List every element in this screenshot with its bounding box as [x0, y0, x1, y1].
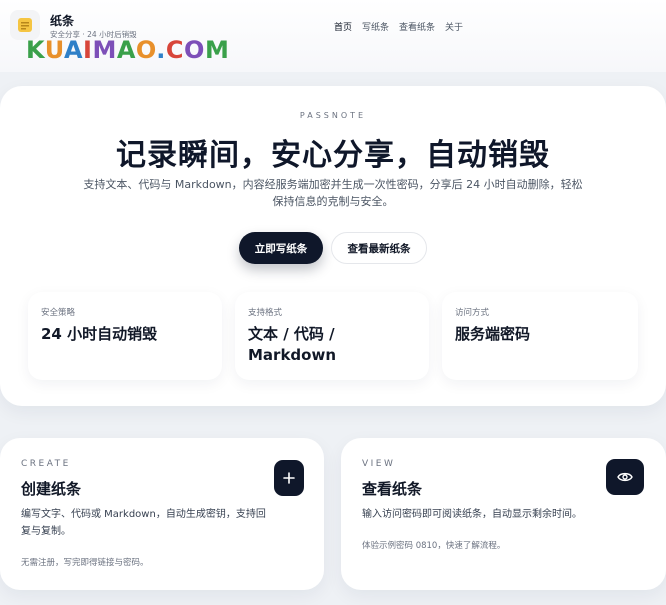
stat-formats: 支持格式 文本 / 代码 / Markdown [235, 292, 429, 380]
eye-icon[interactable] [606, 459, 644, 495]
create-card[interactable]: CREATE 创建纸条 编写文字、代码或 Markdown，自动生成密钥，支持回… [0, 438, 324, 590]
stat-label: 访问方式 [455, 308, 490, 318]
watermark-letter: A [63, 36, 84, 64]
hero-eyebrow: PASSNOTE [299, 111, 367, 120]
card-note: 体验示例密码 0810，快速了解流程。 [362, 541, 506, 551]
watermark-letter: K [26, 36, 45, 64]
view-card[interactable]: VIEW 查看纸条 输入访问密码即可阅读纸条，自动显示剩余时间。 体验示例密码 … [341, 438, 666, 590]
stat-label: 支持格式 [248, 308, 283, 318]
watermark-logo: KUAIMAO.COM [26, 36, 229, 64]
nav-item-write[interactable]: 写纸条 [362, 20, 389, 33]
card-description: 输入访问密码即可阅读纸条，自动显示剩余时间。 [362, 509, 582, 520]
stat-label: 安全策略 [41, 308, 76, 318]
watermark-letter: A [116, 36, 136, 64]
brand-title[interactable]: 纸条 [50, 12, 74, 29]
hero-section: PASSNOTE 记录瞬间，安心分享，自动销毁 支持文本、代码与 Markdow… [0, 86, 666, 406]
card-description: 编写文字、代码或 Markdown，自动生成密钥，支持回复与复制。 [21, 509, 266, 537]
site-header: 纸条 安全分享 · 24 小时后销毁 KUAIMAO.COM 首页 写纸条 查看… [0, 0, 666, 72]
nav-item-about[interactable]: 关于 [445, 20, 463, 33]
watermark-letter: O [184, 36, 205, 64]
stat-access: 访问方式 服务端密码 [442, 292, 638, 380]
card-eyebrow: VIEW [362, 459, 396, 469]
write-note-button[interactable]: 立即写纸条 [239, 232, 323, 264]
card-note: 无需注册，写完即得链接与密码。 [21, 558, 149, 568]
watermark-letter: U [44, 36, 64, 64]
watermark-letter: C [165, 36, 185, 64]
main-nav: 首页 写纸条 查看纸条 关于 [334, 20, 463, 33]
hero-title: 记录瞬间，安心分享，自动销毁 [116, 138, 550, 173]
stat-value: 服务端密码 [455, 325, 531, 343]
watermark-letter: . [156, 36, 166, 64]
nav-item-home[interactable]: 首页 [334, 20, 352, 33]
card-title: 查看纸条 [362, 480, 423, 498]
card-eyebrow: CREATE [21, 459, 71, 469]
watermark-letter: O [135, 36, 157, 64]
nav-item-view[interactable]: 查看纸条 [399, 20, 435, 33]
view-latest-button[interactable]: 查看最新纸条 [331, 232, 427, 264]
watermark-letter: M [92, 36, 117, 64]
plus-icon[interactable] [274, 460, 304, 496]
stat-value: 文本 / 代码 / Markdown [248, 325, 337, 364]
stat-value: 24 小时自动销毁 [41, 325, 158, 343]
hero-description: 支持文本、代码与 Markdown，内容经服务端加密并生成一次性密码，分享后 2… [83, 178, 583, 208]
watermark-letter: M [204, 36, 230, 64]
stat-security: 安全策略 24 小时自动销毁 [28, 292, 222, 380]
card-title: 创建纸条 [21, 480, 82, 498]
